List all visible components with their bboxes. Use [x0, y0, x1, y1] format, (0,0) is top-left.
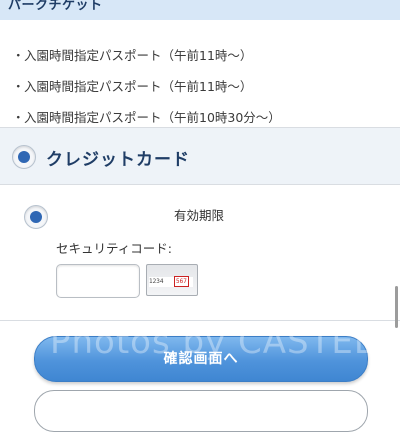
card-select-radio[interactable] — [24, 205, 48, 229]
secondary-button[interactable] — [34, 390, 368, 432]
security-code-label: セキュリティコード: — [56, 241, 172, 256]
divider — [0, 320, 400, 321]
confirm-button[interactable]: 確認画面へ — [34, 336, 368, 382]
ticket-item-label: 入園時間指定パスポート（午前11時〜） — [24, 79, 253, 94]
card-sample-security-code: 567 — [174, 276, 189, 287]
credit-card-radio[interactable] — [12, 145, 36, 169]
radio-selected-dot-icon — [30, 211, 42, 223]
bullet-icon: ・ — [12, 48, 25, 63]
scrollbar[interactable] — [395, 286, 398, 328]
section-header-park-ticket: パークチケット — [0, 0, 400, 20]
security-code-hint-image: 1234 567 — [146, 264, 198, 296]
security-code-input[interactable] — [56, 264, 140, 298]
card-sample-number: 1234 — [149, 278, 164, 285]
list-item: ・入園時間指定パスポート（午前11時〜） — [12, 76, 252, 98]
expiry-label: 有効期限 — [174, 208, 225, 223]
bullet-icon: ・ — [12, 110, 25, 125]
section-header-title: パークチケット — [8, 0, 103, 13]
ticket-item-label: 入園時間指定パスポート（午前11時〜） — [24, 48, 253, 63]
bullet-icon: ・ — [12, 79, 25, 94]
radio-selected-dot-icon — [18, 151, 30, 163]
list-item: ・入園時間指定パスポート（午前10時30分〜） — [12, 107, 281, 129]
payment-method-title: クレジットカード — [46, 150, 190, 170]
list-item: ・入園時間指定パスポート（午前11時〜） — [12, 45, 252, 67]
ticket-item-label: 入園時間指定パスポート（午前10時30分〜） — [24, 110, 281, 125]
